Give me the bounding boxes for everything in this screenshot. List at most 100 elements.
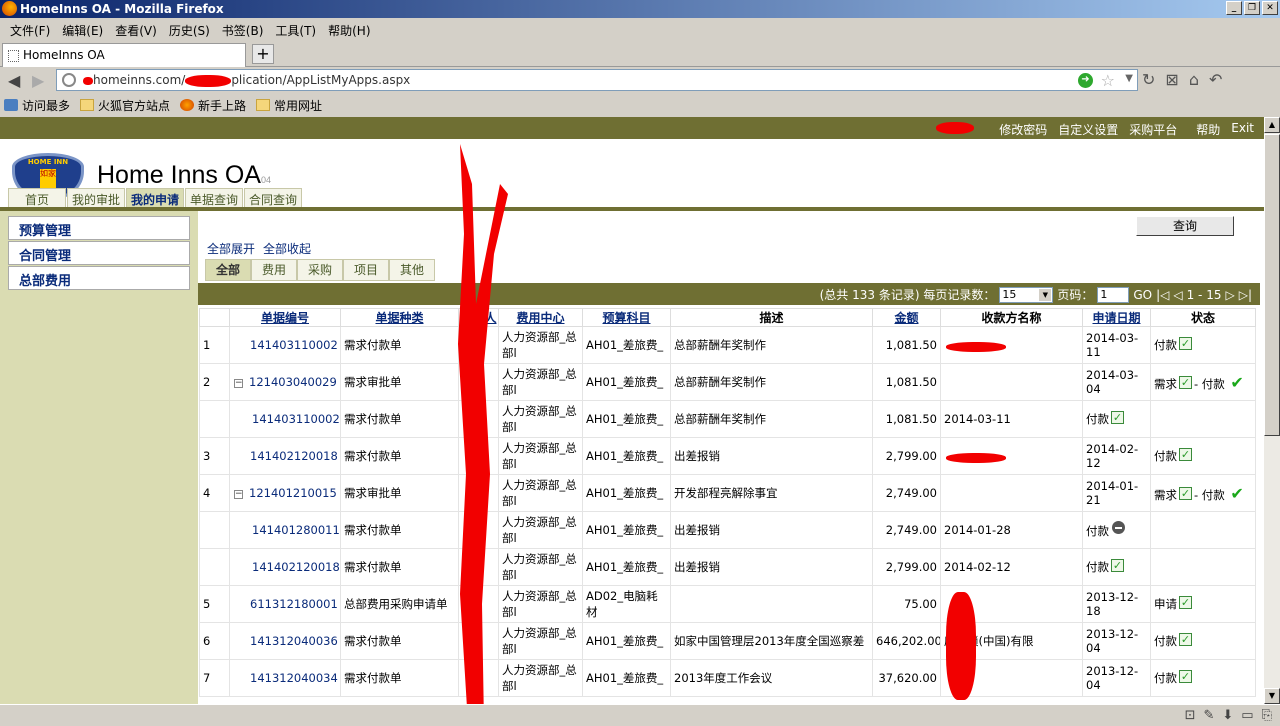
minimize-button[interactable]: _ xyxy=(1226,1,1242,15)
query-button[interactable]: 查询 xyxy=(1136,216,1234,236)
site-identity-icon[interactable] xyxy=(62,73,76,87)
approved-doc-icon[interactable]: ✓ xyxy=(1179,448,1192,461)
tab-all[interactable]: 全部 xyxy=(205,259,251,281)
collapse-icon[interactable]: − xyxy=(234,379,243,388)
bookmark-star-icon[interactable]: ☆ xyxy=(1101,71,1115,90)
col-header-doc-number[interactable]: 单据编号 xyxy=(229,308,341,327)
doc-number-link[interactable]: 141403110002 xyxy=(229,400,341,438)
table-row[interactable]: 5 611312180001 总部费用采购申请单 人力资源部_总部l AD02_电脑耗材… xyxy=(199,585,1256,623)
doc-number-link[interactable]: 141403110002 xyxy=(229,326,341,364)
procurement-platform-link[interactable]: 采购平台 xyxy=(1129,121,1177,138)
bookmark-firefox-site[interactable]: 火狐官方站点 xyxy=(80,97,170,114)
address-bar[interactable]: homeinns.com/plication/AppListMyApps.asp… xyxy=(56,69,1138,91)
collapse-icon[interactable]: − xyxy=(234,490,243,499)
approved-doc-icon[interactable]: ✓ xyxy=(1179,337,1192,350)
close-button[interactable]: ✕ xyxy=(1262,1,1278,15)
col-header-amount[interactable]: 金额 xyxy=(872,308,941,327)
bookmark-common-sites[interactable]: 常用网址 xyxy=(256,97,322,114)
change-password-link[interactable]: 修改密码 xyxy=(999,121,1047,138)
bookmark-most-visited[interactable]: 访问最多 xyxy=(4,97,70,114)
forward-icon[interactable]: ▶ xyxy=(32,71,44,90)
doc-number-link[interactable]: 141312040036 xyxy=(229,622,341,660)
table-row[interactable]: 141401280011 需求付款单 人力资源部_总部l AH01_差旅费_ 出差报销 2… xyxy=(199,511,1256,549)
approved-doc-icon[interactable]: ✓ xyxy=(1179,375,1192,389)
restore-button[interactable]: ❐ xyxy=(1244,1,1260,15)
col-header-cost-center[interactable]: 费用中心 xyxy=(498,308,583,327)
bookmark-getting-started[interactable]: 新手上路 xyxy=(180,97,246,114)
scroll-up-icon[interactable]: ▲ xyxy=(1264,117,1280,133)
approved-doc-icon[interactable]: ✓ xyxy=(1111,411,1124,424)
prev-page-icon[interactable]: ◁ xyxy=(1173,288,1182,302)
home-icon[interactable]: ⌂ xyxy=(1189,70,1199,89)
go-button[interactable]: GO xyxy=(1133,288,1152,302)
tab-contract-query[interactable]: 合同查询 xyxy=(244,188,303,207)
back-icon[interactable]: ◀ xyxy=(8,71,20,90)
menu-file[interactable]: 文件(F) xyxy=(4,19,56,41)
menu-bookmarks[interactable]: 书签(B) xyxy=(216,19,270,41)
go-arrow-icon[interactable]: ➜ xyxy=(1078,73,1093,88)
doc-number-link[interactable]: 141401280011 xyxy=(229,511,341,549)
doc-number-link[interactable]: 141312040034 xyxy=(229,659,341,697)
page-style-icon[interactable]: ⎘ xyxy=(1262,708,1272,723)
tab-my-applications[interactable]: 我的申请 xyxy=(126,188,185,207)
custom-settings-link[interactable]: 自定义设置 xyxy=(1058,121,1118,138)
addon-icon[interactable]: ⊡ xyxy=(1185,708,1196,723)
tools-icon[interactable]: ✎ xyxy=(1203,708,1214,723)
tab-procurement[interactable]: 采购 xyxy=(297,259,343,281)
vertical-scrollbar[interactable]: ▲ ▼ xyxy=(1264,117,1280,704)
table-row[interactable]: 141402120018 需求付款单 人力资源部_总部l AH01_差旅费_ 出差报销 2… xyxy=(199,548,1256,586)
approved-doc-icon[interactable]: ✓ xyxy=(1179,596,1192,609)
tab-expense[interactable]: 费用 xyxy=(251,259,297,281)
sidebar-item-budget[interactable]: 预算管理 xyxy=(8,216,190,240)
table-row[interactable]: 3 141402120018 需求付款单 人力资源部_总部l AH01_差旅费_ 出差报销… xyxy=(199,437,1256,475)
col-header-budget-subject[interactable]: 预算科目 xyxy=(582,308,671,327)
doc-number-link[interactable]: −121401210015 xyxy=(229,474,341,512)
exit-link[interactable]: Exit xyxy=(1231,121,1254,138)
col-header-doc-type[interactable]: 单据种类 xyxy=(340,308,459,327)
download-icon[interactable]: ⬇ xyxy=(1222,708,1233,723)
help-link[interactable]: 帮助 xyxy=(1196,121,1220,138)
tab-document-query[interactable]: 单据查询 xyxy=(185,188,244,207)
approved-doc-icon[interactable]: ✓ xyxy=(1179,486,1192,500)
table-row[interactable]: 1 141403110002 需求付款单 人力资源部_总部l AH01_差旅费_ 总部薪酬… xyxy=(199,326,1256,364)
table-row[interactable]: 2−121403040029 需求审批单 人力资源部_总部l AH01_差旅费_ 总部薪… xyxy=(199,363,1256,401)
menu-history[interactable]: 历史(S) xyxy=(163,19,216,41)
approved-doc-icon[interactable]: ✓ xyxy=(1179,670,1192,683)
table-row[interactable]: 6 141312040036 需求付款单 人力资源部_总部l AH01_差旅费_ 如家中国… xyxy=(199,622,1256,660)
page-size-select[interactable]: 15 xyxy=(999,286,1054,303)
approved-doc-icon[interactable]: ✓ xyxy=(1111,559,1124,572)
approved-doc-icon[interactable]: ✓ xyxy=(1179,633,1192,646)
expand-all-link[interactable]: 全部展开 xyxy=(207,240,255,257)
last-page-icon[interactable]: ▷| xyxy=(1239,288,1252,302)
scroll-thumb[interactable] xyxy=(1264,134,1280,436)
window-icon[interactable]: ▭ xyxy=(1241,708,1253,723)
collapse-all-link[interactable]: 全部收起 xyxy=(263,240,311,257)
reload-icon[interactable]: ↻ xyxy=(1142,70,1155,89)
tab-project[interactable]: 项目 xyxy=(343,259,389,281)
undo-icon[interactable]: ↶ xyxy=(1209,70,1222,89)
table-row[interactable]: 4−121401210015 需求审批单 人力资源部_总部l AH01_差旅费_ 开发部… xyxy=(199,474,1256,512)
scroll-down-icon[interactable]: ▼ xyxy=(1264,688,1280,704)
table-row[interactable]: 141403110002 需求付款单 人力资源部_总部l AH01_差旅费_ 总部薪酬年… xyxy=(199,400,1256,438)
tab-home[interactable]: 首页 xyxy=(8,188,66,207)
doc-number-link[interactable]: 611312180001 xyxy=(229,585,341,623)
doc-number-link[interactable]: 141402120018 xyxy=(229,437,341,475)
first-page-icon[interactable]: |◁ xyxy=(1156,288,1169,302)
menu-tools[interactable]: 工具(T) xyxy=(269,19,322,41)
sidebar-item-contracts[interactable]: 合同管理 xyxy=(8,241,190,265)
url-dropdown-icon[interactable]: ▼ xyxy=(1125,73,1133,84)
col-header-date[interactable]: 申请日期 xyxy=(1082,308,1151,327)
doc-number-link[interactable]: −121403040029 xyxy=(229,363,341,401)
doc-number-link[interactable]: 141402120018 xyxy=(229,548,341,586)
browser-tab[interactable]: HomeInns OA xyxy=(2,43,246,67)
next-page-icon[interactable]: ▷ xyxy=(1225,288,1234,302)
tab-my-approvals[interactable]: 我的审批 xyxy=(67,188,126,207)
new-tab-button[interactable]: + xyxy=(252,44,274,64)
sidebar-item-hq-expenses[interactable]: 总部费用 xyxy=(8,266,190,290)
menu-edit[interactable]: 编辑(E) xyxy=(56,19,109,41)
page-number-input[interactable]: 1 xyxy=(1097,286,1130,303)
tab-other[interactable]: 其他 xyxy=(389,259,435,281)
menu-view[interactable]: 查看(V) xyxy=(109,19,163,41)
table-row[interactable]: 7 141312040034 需求付款单 人力资源部_总部l AH01_差旅费_ 2013… xyxy=(199,659,1256,697)
stop-icon[interactable]: ⊠ xyxy=(1165,70,1178,89)
